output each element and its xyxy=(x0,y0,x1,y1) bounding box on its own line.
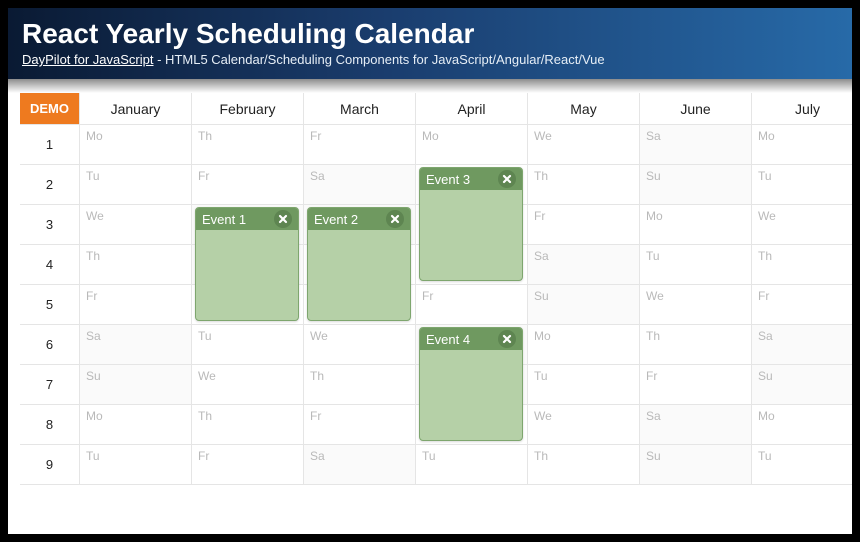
close-icon[interactable] xyxy=(498,170,516,188)
day-cell[interactable]: Th xyxy=(640,325,752,365)
day-cell[interactable]: Fr xyxy=(752,285,852,325)
day-cell[interactable]: Fr xyxy=(528,205,640,245)
day-cell[interactable]: Fr xyxy=(416,285,528,325)
day-cell[interactable]: Sa xyxy=(304,165,416,205)
row-header[interactable]: 5 xyxy=(20,285,80,325)
day-cell[interactable]: Tu xyxy=(416,445,528,485)
day-cell[interactable]: Su xyxy=(528,285,640,325)
day-cell[interactable]: Th xyxy=(528,445,640,485)
row-header[interactable]: 4 xyxy=(20,245,80,285)
month-header-july[interactable]: July xyxy=(752,93,852,125)
demo-badge: DEMO xyxy=(20,93,80,125)
day-cell[interactable]: Tu xyxy=(528,365,640,405)
day-cell[interactable]: Su xyxy=(640,445,752,485)
month-header-march[interactable]: March xyxy=(304,93,416,125)
day-cell[interactable]: Sa xyxy=(752,325,852,365)
day-cell[interactable]: Fr xyxy=(640,365,752,405)
day-cell[interactable]: Mo xyxy=(80,125,192,165)
close-icon[interactable] xyxy=(498,330,516,348)
close-icon[interactable] xyxy=(386,210,404,228)
day-cell[interactable]: We xyxy=(192,365,304,405)
day-cell[interactable]: Tu xyxy=(640,245,752,285)
row-header[interactable]: 8 xyxy=(20,405,80,445)
day-cell[interactable]: Mo xyxy=(416,125,528,165)
day-cell[interactable]: Tu xyxy=(752,445,852,485)
subtitle-rest: - HTML5 Calendar/Scheduling Components f… xyxy=(154,52,605,67)
page-title: React Yearly Scheduling Calendar xyxy=(22,18,838,50)
day-cell[interactable]: Su xyxy=(80,365,192,405)
month-header-january[interactable]: January xyxy=(80,93,192,125)
day-cell[interactable]: We xyxy=(304,325,416,365)
row-header[interactable]: 1 xyxy=(20,125,80,165)
day-cell[interactable]: Th xyxy=(752,245,852,285)
day-cell[interactable]: We xyxy=(528,405,640,445)
day-cell[interactable]: Sa xyxy=(528,245,640,285)
close-icon[interactable] xyxy=(274,210,292,228)
day-cell[interactable]: Fr xyxy=(304,405,416,445)
event1[interactable]: Event 1 xyxy=(195,207,299,321)
month-header-april[interactable]: April xyxy=(416,93,528,125)
day-cell[interactable]: We xyxy=(640,285,752,325)
day-cell[interactable]: Mo xyxy=(752,405,852,445)
day-cell[interactable]: Mo xyxy=(752,125,852,165)
day-cell[interactable]: We xyxy=(752,205,852,245)
day-cell[interactable]: Mo xyxy=(528,325,640,365)
day-cell[interactable]: Tu xyxy=(80,165,192,205)
header-shadow xyxy=(8,79,852,93)
event-label: Event 2 xyxy=(314,212,358,227)
app-header: React Yearly Scheduling Calendar DayPilo… xyxy=(8,8,852,79)
day-cell[interactable]: Th xyxy=(192,405,304,445)
day-cell[interactable]: Sa xyxy=(80,325,192,365)
day-cell[interactable]: We xyxy=(528,125,640,165)
calendar: DEMOJanuaryFebruaryMarchAprilMayJuneJuly… xyxy=(20,93,840,485)
month-header-february[interactable]: February xyxy=(192,93,304,125)
day-cell[interactable]: Sa xyxy=(640,125,752,165)
day-cell[interactable]: Th xyxy=(192,125,304,165)
page-subtitle: DayPilot for JavaScript - HTML5 Calendar… xyxy=(22,52,838,67)
day-cell[interactable]: Fr xyxy=(304,125,416,165)
day-cell[interactable]: Fr xyxy=(80,285,192,325)
daypilot-link[interactable]: DayPilot for JavaScript xyxy=(22,52,154,67)
day-cell[interactable]: Th xyxy=(80,245,192,285)
day-cell[interactable]: Mo xyxy=(640,205,752,245)
row-header[interactable]: 2 xyxy=(20,165,80,205)
event-label: Event 3 xyxy=(426,172,470,187)
day-cell[interactable]: Tu xyxy=(192,325,304,365)
day-cell[interactable]: Fr xyxy=(192,445,304,485)
event3[interactable]: Event 3 xyxy=(419,167,523,281)
row-header[interactable]: 9 xyxy=(20,445,80,485)
day-cell[interactable]: Su xyxy=(752,365,852,405)
day-cell[interactable]: Tu xyxy=(752,165,852,205)
day-cell[interactable]: Th xyxy=(528,165,640,205)
event-label: Event 1 xyxy=(202,212,246,227)
day-cell[interactable]: Th xyxy=(304,365,416,405)
row-header[interactable]: 6 xyxy=(20,325,80,365)
day-cell[interactable]: Mo xyxy=(80,405,192,445)
day-cell[interactable]: We xyxy=(80,205,192,245)
day-cell[interactable]: Sa xyxy=(640,405,752,445)
month-header-may[interactable]: May xyxy=(528,93,640,125)
event-label: Event 4 xyxy=(426,332,470,347)
month-header-june[interactable]: June xyxy=(640,93,752,125)
event4[interactable]: Event 4 xyxy=(419,327,523,441)
day-cell[interactable]: Fr xyxy=(192,165,304,205)
row-header[interactable]: 7 xyxy=(20,365,80,405)
row-header[interactable]: 3 xyxy=(20,205,80,245)
day-cell[interactable]: Su xyxy=(640,165,752,205)
event2[interactable]: Event 2 xyxy=(307,207,411,321)
day-cell[interactable]: Tu xyxy=(80,445,192,485)
day-cell[interactable]: Sa xyxy=(304,445,416,485)
